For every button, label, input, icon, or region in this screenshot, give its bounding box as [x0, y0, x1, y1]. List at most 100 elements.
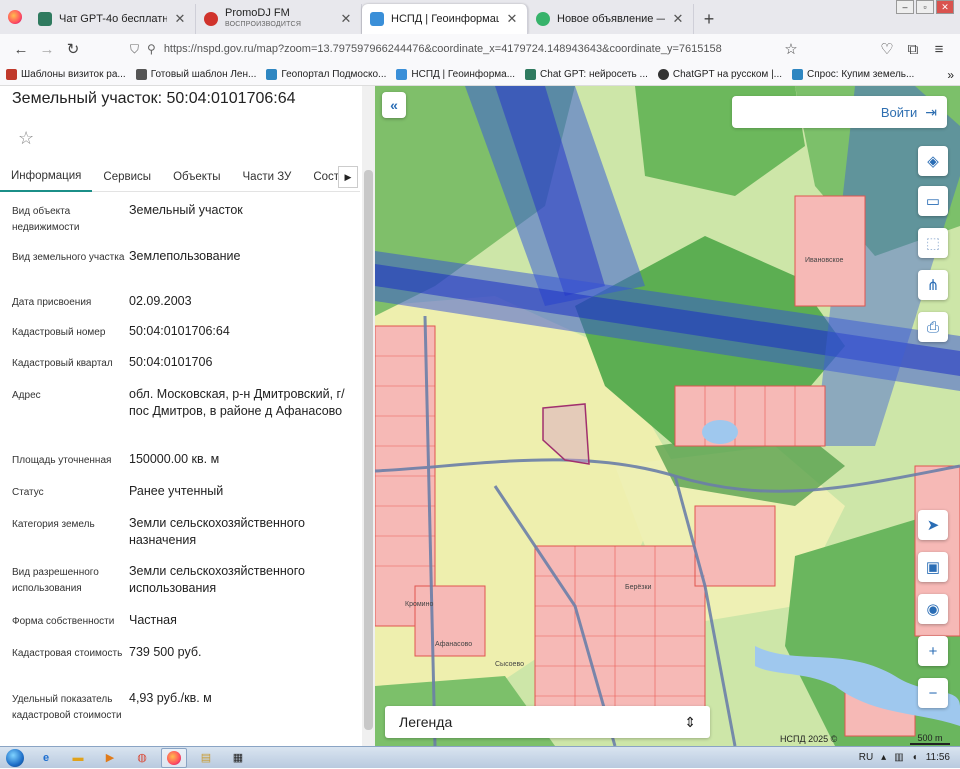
- taskbar-ie[interactable]: e: [33, 748, 59, 768]
- browser-tab-bar: Чат GPT-4o бесплатно: онлай ✕ PromoDJ FM…: [0, 0, 960, 34]
- shield-icon[interactable]: ⛉: [130, 42, 139, 57]
- property-value: 150000.00 кв. м: [129, 452, 220, 466]
- permissions-icon[interactable]: ⚲: [147, 42, 156, 56]
- bookmark-label: ChatGPT на русском |...: [672, 69, 783, 80]
- property-key: Форма собственности: [12, 616, 115, 627]
- pocket-icon[interactable]: ♡: [874, 37, 900, 61]
- bookmark-icon: [792, 69, 804, 80]
- browser-tab-chatgpt[interactable]: Чат GPT-4o бесплатно: онлай ✕: [30, 4, 196, 34]
- bookmark-label: Геопортал Подмоско...: [281, 69, 387, 80]
- property-key: Дата присвоения: [12, 297, 92, 308]
- layers-button[interactable]: ◈: [918, 146, 948, 176]
- legend-dropdown[interactable]: Легенда ⇕: [385, 706, 710, 738]
- bookmarks-bar: Шаблоны визиток ра... Готовый шаблон Лен…: [0, 64, 960, 86]
- bookmark-item[interactable]: Спрос: Купим земель...: [792, 69, 914, 80]
- close-icon[interactable]: ✕: [339, 11, 353, 27]
- favorite-star-icon[interactable]: ☆: [18, 128, 34, 149]
- minus-icon: −: [928, 684, 938, 702]
- extensions-icon[interactable]: ⧉: [900, 37, 926, 61]
- property-value: 50:04:0101706: [129, 355, 213, 369]
- menu-icon[interactable]: ≡: [926, 37, 952, 61]
- network-icon[interactable]: ▥: [894, 752, 903, 763]
- property-row: Категория земель Земли сельскохозяйственн…: [0, 516, 362, 565]
- browser-tab-ad[interactable]: Новое объявление — Объявл ✕: [528, 4, 694, 34]
- arrow-up-icon[interactable]: ▴: [881, 752, 886, 763]
- panel-tabs: Информация Сервисы Объекты Части ЗУ Сост…: [0, 162, 360, 192]
- language-indicator[interactable]: RU: [859, 752, 873, 763]
- bookmark-star-icon[interactable]: ☆: [778, 37, 804, 61]
- taskbar-app[interactable]: ▦: [225, 748, 251, 768]
- firefox-icon: [8, 10, 22, 24]
- login-button[interactable]: Войти ⇥: [732, 96, 947, 128]
- bookmark-item[interactable]: Готовый шаблон Лен...: [135, 69, 257, 80]
- geolocate-button[interactable]: ➤: [918, 510, 948, 540]
- property-value: 50:04:0101706:64: [129, 324, 230, 338]
- firefox-menu-button[interactable]: [0, 0, 30, 34]
- chevron-updown-icon: ⇕: [684, 713, 696, 730]
- bookmark-item[interactable]: Геопортал Подмоско...: [266, 69, 386, 80]
- tab-title: Новое объявление — Объявл: [557, 13, 665, 25]
- share-button[interactable]: ⋔: [918, 270, 948, 300]
- chrome-icon: ◍: [137, 752, 147, 764]
- ruler-icon: ▭: [925, 193, 941, 210]
- property-value: Частная: [129, 613, 177, 627]
- tabs-scroll-right-button[interactable]: ▶: [338, 166, 358, 188]
- select-area-button[interactable]: ⬚: [918, 228, 948, 258]
- browser-tab-nspd[interactable]: НСПД | Геоинформационны ✕: [362, 4, 528, 34]
- new-tab-button[interactable]: +: [694, 4, 724, 34]
- search-location-button[interactable]: ◉: [918, 594, 948, 624]
- bookmark-label: Готовый шаблон Лен...: [150, 69, 257, 80]
- forward-button[interactable]: →: [34, 37, 60, 61]
- bookmark-item[interactable]: ChatGPT на русском |...: [657, 69, 783, 80]
- window-controls: – ▫ ✕: [896, 0, 954, 14]
- print-button[interactable]: ⎙: [918, 312, 948, 342]
- property-key: Кадастровый квартал: [12, 358, 113, 369]
- back-button[interactable]: ←: [8, 37, 34, 61]
- taskbar-explorer[interactable]: ▬: [65, 748, 91, 768]
- zoom-out-button[interactable]: −: [918, 678, 948, 708]
- panel-scrollbar[interactable]: [362, 86, 375, 746]
- address-bar[interactable]: ⛉ ⚲ https://nspd.gov.ru/map?zoom=13.7975…: [124, 37, 770, 61]
- bookmark-item[interactable]: НСПД | Геоинформа...: [396, 69, 515, 80]
- scrollbar-thumb[interactable]: [364, 170, 373, 730]
- property-value: обл. Московская, р-н Дмитровский, г/пос …: [129, 387, 345, 418]
- login-label: Войти: [880, 104, 918, 120]
- tab-services[interactable]: Сервисы: [92, 162, 162, 192]
- property-row: Статус Ранее учтенный: [0, 484, 362, 517]
- clock[interactable]: 11:56: [926, 752, 950, 763]
- more-bookmarks-icon[interactable]: »: [947, 68, 954, 82]
- zoom-in-button[interactable]: +: [918, 636, 948, 666]
- minimize-button[interactable]: –: [896, 0, 914, 14]
- basemap-button[interactable]: ▣: [918, 552, 948, 582]
- property-row: Кадастровый квартал 50:04:0101706: [0, 355, 362, 388]
- bookmark-item[interactable]: Шаблоны визиток ра...: [6, 69, 126, 80]
- tab-parts[interactable]: Части ЗУ: [232, 162, 303, 192]
- taskbar-chrome[interactable]: ◍: [129, 748, 155, 768]
- property-value: Земли сельскохозяйственного использовани…: [129, 564, 305, 595]
- property-value: 739 500 руб.: [129, 645, 202, 659]
- map-canvas[interactable]: Ивановское Кромино Берёзки Афанасово Сысоево: [375, 86, 960, 746]
- volume-icon[interactable]: ◖: [912, 752, 918, 763]
- close-icon[interactable]: ✕: [173, 11, 187, 27]
- collapse-panel-button[interactable]: «: [382, 92, 406, 118]
- start-button[interactable]: [0, 747, 30, 769]
- close-icon[interactable]: ✕: [505, 11, 519, 27]
- close-icon[interactable]: ✕: [671, 11, 685, 27]
- maximize-button[interactable]: ▫: [916, 0, 934, 14]
- reload-button[interactable]: ↻: [60, 37, 86, 61]
- property-value: Ранее учтенный: [129, 484, 224, 498]
- map-view[interactable]: Ивановское Кромино Берёзки Афанасово Сысоево: [375, 86, 960, 746]
- taskbar-firefox[interactable]: [161, 747, 187, 768]
- browser-tab-promodj[interactable]: PromoDJ FM ВОСПРОИЗВОДИТСЯ ✕: [196, 4, 362, 34]
- taskbar-media[interactable]: ▶: [97, 748, 123, 768]
- property-key: Вид земельного участка: [12, 252, 125, 263]
- tab-info[interactable]: Информация: [0, 162, 93, 192]
- bookmark-item[interactable]: Chat GPT: нейросеть ...: [525, 69, 648, 80]
- property-value: Земли сельскохозяйственного назначения: [129, 516, 305, 547]
- measure-button[interactable]: ▭: [918, 186, 948, 216]
- place-label: Ивановское: [805, 257, 843, 264]
- taskbar-folder[interactable]: ▤: [193, 748, 219, 768]
- close-window-button[interactable]: ✕: [936, 0, 954, 14]
- tab-objects[interactable]: Объекты: [162, 162, 231, 192]
- firefox-icon: [167, 750, 181, 765]
